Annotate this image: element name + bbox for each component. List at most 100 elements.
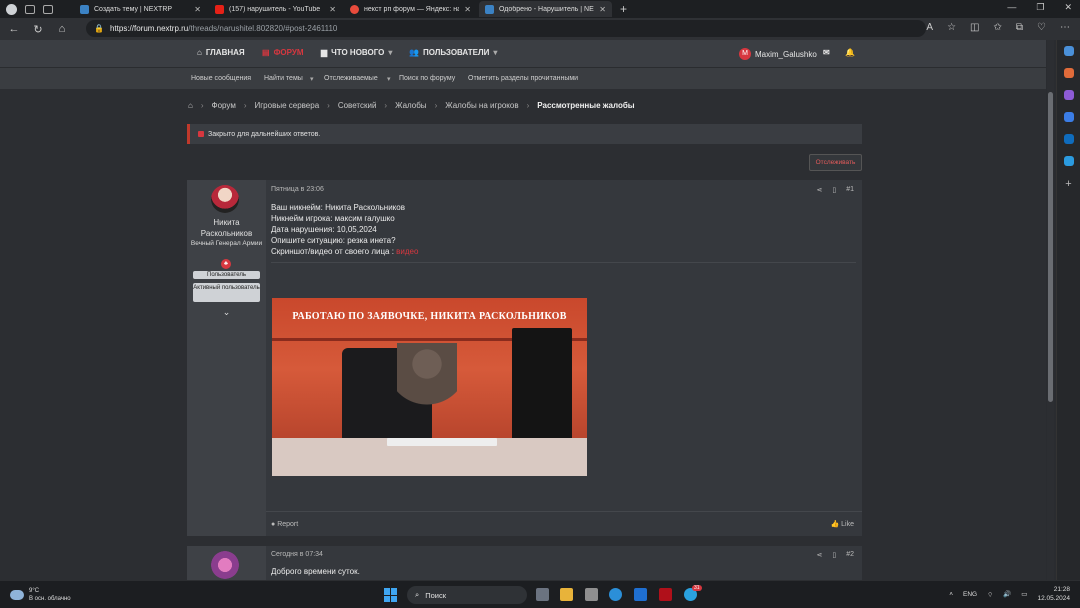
youtube-favicon-icon — [215, 4, 224, 14]
add-icon[interactable]: + — [1065, 178, 1071, 190]
nav-forum[interactable]: ▤ ФОРУМ — [262, 48, 303, 57]
tab-title: (157) нарушитель - YouTube — [229, 5, 321, 13]
watch-button[interactable]: Отслеживать — [809, 154, 862, 171]
share-icon[interactable]: ⋖ — [816, 186, 822, 194]
breadcrumb-item[interactable]: Жалобы — [395, 101, 426, 110]
url-field[interactable]: 🔒 https://forum.nextrp.ru/threads/narush… — [86, 20, 926, 37]
taskbar-search[interactable]: ⌕ Поиск — [407, 586, 527, 604]
workspaces-icon[interactable] — [25, 4, 35, 14]
weather-widget[interactable]: 9°C В осн. облачно — [10, 587, 71, 603]
new-tab-icon[interactable]: + — [620, 2, 627, 16]
breadcrumb-item[interactable]: Советский — [338, 101, 377, 110]
close-tab-icon[interactable]: ✕ — [329, 5, 336, 14]
split-screen-icon[interactable]: ◫ — [970, 22, 979, 33]
task-view-icon[interactable] — [536, 588, 549, 601]
page-scrollbar[interactable] — [1047, 40, 1054, 580]
subnav-find-threads[interactable]: Найти темы — [264, 75, 303, 82]
scrollbar-thumb[interactable] — [1048, 92, 1053, 402]
language-indicator[interactable]: ENG — [963, 591, 977, 598]
tab-4-active[interactable]: Одобрено - Нарушитель | NEXT ✕ — [479, 1, 612, 17]
search-icon[interactable] — [1063, 46, 1074, 56]
wifi-icon[interactable]: ⌔ — [987, 590, 993, 599]
user-menu[interactable]: M Maxim_Galushko — [739, 48, 817, 60]
tab-1[interactable]: Создать тему | NEXTRP ✕ — [74, 1, 207, 17]
breadcrumb-item[interactable]: Жалобы на игроков — [445, 101, 518, 110]
home-icon[interactable]: ⌂ — [188, 101, 193, 110]
read-aloud-icon[interactable]: A — [926, 22, 933, 33]
divider — [266, 511, 862, 512]
collections-icon[interactable]: ⧉ — [1016, 22, 1023, 33]
report-link[interactable]: ● Report — [271, 521, 298, 528]
video-link[interactable]: видео — [396, 247, 418, 256]
share-icon[interactable]: ⋖ — [816, 551, 822, 559]
like-label: Like — [841, 521, 854, 528]
post-date[interactable]: Сегодня в 07:34 — [271, 551, 323, 558]
nav-whats-new[interactable]: ▆ ЧТО НОВОГО ▾ — [321, 48, 392, 57]
volume-icon[interactable]: 🔊 — [1003, 590, 1011, 598]
chevron-down-icon[interactable]: ⌄ — [187, 307, 266, 318]
close-tab-icon[interactable]: ✕ — [599, 5, 606, 14]
more-icon[interactable]: ⋯ — [1060, 22, 1070, 33]
post-date[interactable]: Пятница в 23:06 — [271, 186, 324, 193]
nav-users[interactable]: 👥 ПОЛЬЗОВАТЕЛИ ▾ — [409, 48, 497, 57]
date: 12.05.2024 — [1037, 595, 1070, 602]
file-explorer-icon[interactable] — [560, 588, 573, 601]
bookmark-icon[interactable]: ▯ — [832, 551, 836, 559]
subnav-new-posts[interactable]: Новые сообщения — [191, 75, 251, 82]
subnav-mark-read[interactable]: Отметить разделы прочитанными — [468, 75, 578, 82]
post-number[interactable]: #1 — [846, 186, 854, 194]
app-n-icon[interactable] — [659, 588, 672, 601]
subnav-search-forums[interactable]: Поиск по форуму — [399, 75, 455, 82]
breadcrumb-current[interactable]: Рассмотренные жалобы — [537, 101, 634, 110]
profile-icon[interactable] — [6, 3, 17, 15]
bell-icon[interactable]: 🔔 — [845, 48, 855, 57]
embedded-gif[interactable]: РАБОТАЮ ПО ЗАЯВОЧКЕ, НИКИТА РАСКОЛЬНИКОВ — [272, 298, 587, 476]
shopping-icon[interactable] — [1063, 68, 1074, 78]
outlook-icon[interactable] — [1063, 134, 1074, 144]
tools-icon[interactable] — [1063, 90, 1074, 100]
chevron-down-icon[interactable]: ▾ — [387, 75, 391, 83]
battery-icon[interactable]: ▭ — [1021, 590, 1027, 598]
favorites-icon[interactable]: ✩ — [994, 22, 1002, 33]
chevron-up-icon[interactable]: ˄ — [949, 591, 953, 598]
clock[interactable]: 21:28 12.05.2024 — [1037, 585, 1070, 603]
close-tab-icon[interactable]: ✕ — [194, 5, 201, 14]
nav-home[interactable]: ⌂ ГЛАВНАЯ — [197, 48, 245, 57]
windows-taskbar: 9°C В осн. облачно ⌕ Поиск 31 ˄ ENG ⌔ 🔊 ▭… — [0, 580, 1080, 608]
copilot-icon[interactable] — [1063, 112, 1074, 122]
author-name[interactable]: Никита Раскольников — [187, 217, 266, 239]
subnav-watched[interactable]: Отслеживаемые — [324, 75, 378, 82]
tab-actions-icon[interactable] — [43, 4, 53, 14]
search-icon: ⌕ — [415, 590, 420, 599]
breadcrumb-item[interactable]: Игровые сервера — [255, 101, 320, 110]
users-icon: 👥 — [409, 48, 419, 57]
telegram-icon[interactable] — [1063, 156, 1074, 166]
breadcrumb-item[interactable]: Форум — [212, 101, 236, 110]
start-button[interactable] — [384, 588, 398, 602]
edge-icon[interactable] — [609, 588, 622, 601]
chevron-down-icon[interactable]: ▾ — [310, 75, 314, 83]
like-button[interactable]: 👍 Like — [830, 520, 854, 528]
post-number[interactable]: #2 — [846, 551, 854, 559]
tab-3[interactable]: некст рп форум — Яндекс: наш ✕ — [344, 1, 477, 17]
chevron-down-icon[interactable]: ▾ — [493, 48, 497, 57]
maximize-icon[interactable]: ❐ — [1036, 2, 1044, 13]
reload-icon[interactable]: ↻ — [32, 23, 44, 36]
home-icon[interactable]: ⌂ — [56, 23, 68, 35]
thread-closed-notice: Закрыто для дальнейших ответов. — [187, 124, 862, 144]
chevron-down-icon[interactable]: ▾ — [388, 48, 392, 57]
favorite-star-icon[interactable]: ☆ — [947, 22, 956, 33]
app-l-icon[interactable] — [634, 588, 647, 601]
minimize-icon[interactable]: — — [1007, 2, 1016, 13]
close-tab-icon[interactable]: ✕ — [464, 5, 471, 14]
bookmark-icon[interactable]: ▯ — [832, 186, 836, 194]
back-icon[interactable]: ← — [8, 23, 20, 35]
nextrp-favicon-icon — [485, 4, 494, 14]
avatar[interactable] — [211, 551, 239, 579]
extensions-icon[interactable]: ♡ — [1037, 22, 1046, 33]
tab-2[interactable]: (157) нарушитель - YouTube ✕ — [209, 1, 342, 17]
close-window-icon[interactable]: ✕ — [1064, 2, 1072, 13]
avatar[interactable] — [211, 185, 239, 213]
store-icon[interactable] — [585, 588, 598, 601]
inbox-icon[interactable]: ✉ — [823, 48, 830, 57]
